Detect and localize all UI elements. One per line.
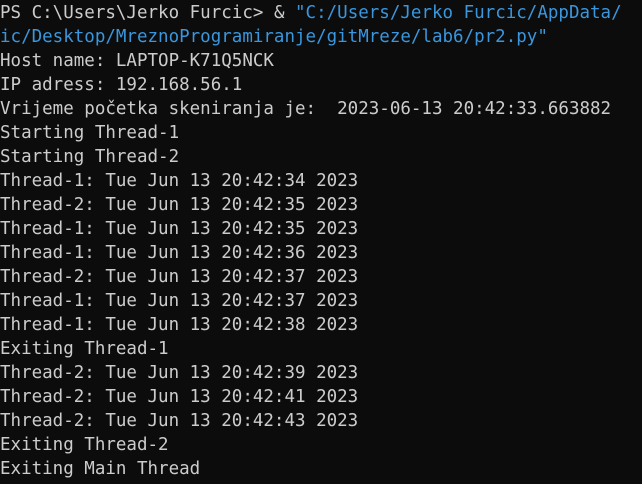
output-line: Thread-2: Tue Jun 13 20:42:37 2023 — [0, 267, 359, 287]
output-line: Thread-1: Tue Jun 13 20:42:36 2023 — [0, 243, 359, 263]
prompt: PS C:\Users\Jerko Furcic> — [0, 3, 274, 23]
output-line: Thread-2: Tue Jun 13 20:42:43 2023 — [0, 411, 359, 431]
command-path: "C:/Users/Jerko Furcic/AppData/ — [295, 3, 622, 23]
output-line: Thread-2: Tue Jun 13 20:42:35 2023 — [0, 195, 359, 215]
terminal-output: PS C:\Users\Jerko Furcic> & "C:/Users/Je… — [0, 1, 622, 481]
command-line-wrap: ic/Desktop/MreznoProgramiranje/gitMreze/… — [0, 25, 622, 49]
output-line: Starting Thread-1 — [0, 123, 180, 143]
output-line: Thread-1: Tue Jun 13 20:42:35 2023 — [0, 219, 359, 239]
output-line: Exiting Thread-2 — [0, 435, 169, 455]
command-line: PS C:\Users\Jerko Furcic> & "C:/Users/Je… — [0, 1, 622, 25]
output-line: Thread-1: Tue Jun 13 20:42:37 2023 — [0, 291, 359, 311]
output-line: Exiting Main Thread — [0, 459, 201, 479]
output-line: Vrijeme početka skeniranja je: 2023-06-1… — [0, 99, 612, 119]
output-line: Thread-1: Tue Jun 13 20:42:38 2023 — [0, 315, 359, 335]
command-path-continued: ic/Desktop/MreznoProgramiranje/gitMreze/… — [0, 27, 548, 47]
output-line: Starting Thread-2 — [0, 147, 180, 167]
terminal-window[interactable]: PS C:\Users\Jerko Furcic> & "C:/Users/Je… — [0, 0, 642, 484]
output-line: Thread-2: Tue Jun 13 20:42:41 2023 — [0, 387, 359, 407]
output-line: IP adress: 192.168.56.1 — [0, 75, 243, 95]
output-line: Thread-2: Tue Jun 13 20:42:39 2023 — [0, 363, 359, 383]
output-line: Exiting Thread-1 — [0, 339, 169, 359]
output-line: Thread-1: Tue Jun 13 20:42:34 2023 — [0, 171, 359, 191]
call-operator: & — [273, 3, 296, 23]
output-line: Host name: LAPTOP-K71Q5NCK — [0, 51, 274, 71]
